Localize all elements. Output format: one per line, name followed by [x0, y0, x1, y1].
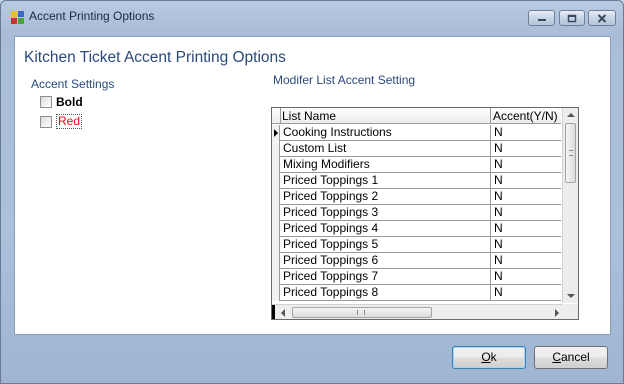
- bold-checkbox-row[interactable]: Bold: [40, 95, 83, 109]
- bold-label[interactable]: Bold: [56, 95, 83, 109]
- row-selector[interactable]: [272, 173, 280, 189]
- close-icon: [597, 13, 607, 23]
- cell-accent[interactable]: N: [492, 205, 561, 221]
- red-label[interactable]: Red: [56, 114, 83, 129]
- modifier-list-grid[interactable]: List Name Accent(Y/N) Cooking Instructio…: [271, 107, 579, 320]
- red-checkbox-row[interactable]: Red: [40, 114, 83, 129]
- table-row[interactable]: Priced Toppings 3N: [272, 205, 561, 221]
- cell-accent[interactable]: N: [492, 157, 561, 173]
- table-row[interactable]: Priced Toppings 8N: [272, 285, 561, 301]
- table-row[interactable]: Priced Toppings 6N: [272, 253, 561, 269]
- ok-button[interactable]: Ok: [452, 346, 526, 369]
- close-button[interactable]: [588, 10, 616, 26]
- row-selector[interactable]: [272, 285, 280, 301]
- cell-list-name[interactable]: Priced Toppings 3: [280, 205, 491, 221]
- cell-list-name[interactable]: Priced Toppings 8: [280, 285, 491, 301]
- cell-accent[interactable]: N: [492, 237, 561, 253]
- app-logo-icon: [10, 10, 25, 25]
- scroll-down-icon[interactable]: [567, 294, 575, 298]
- cell-accent[interactable]: N: [492, 173, 561, 189]
- accent-settings-label: Accent Settings: [31, 77, 115, 91]
- cell-accent[interactable]: N: [492, 221, 561, 237]
- dialog-heading: Kitchen Ticket Accent Printing Options: [24, 49, 286, 66]
- red-checkbox[interactable]: [40, 115, 52, 128]
- table-row[interactable]: Mixing Modifiers N: [272, 157, 561, 173]
- table-row[interactable]: Custom List N: [272, 141, 561, 157]
- horizontal-scrollbar[interactable]: [272, 304, 578, 319]
- cell-list-name[interactable]: Priced Toppings 4: [280, 221, 491, 237]
- vertical-scrollbar[interactable]: [562, 108, 578, 303]
- cell-accent[interactable]: N: [492, 285, 561, 301]
- grip-icon: [569, 150, 573, 156]
- table-row[interactable]: Cooking Instructions N: [272, 125, 561, 141]
- scroll-up-icon[interactable]: [567, 113, 575, 117]
- modifier-list-label: Modifer List Accent Setting: [273, 73, 416, 87]
- cell-list-name[interactable]: Priced Toppings 1: [280, 173, 491, 189]
- row-selector[interactable]: [272, 205, 280, 221]
- cancel-button-label: ancel: [560, 350, 590, 364]
- grip-icon: [357, 310, 365, 315]
- cell-accent[interactable]: N: [492, 253, 561, 269]
- row-selector[interactable]: [272, 237, 280, 253]
- maximize-icon: [567, 14, 577, 23]
- table-row[interactable]: Priced Toppings 2N: [272, 189, 561, 205]
- cell-list-name[interactable]: Priced Toppings 2: [280, 189, 491, 205]
- row-selector[interactable]: [272, 189, 280, 205]
- current-row-icon: [274, 129, 278, 137]
- vertical-scroll-thumb[interactable]: [565, 123, 576, 183]
- grid-body: List Name Accent(Y/N) Cooking Instructio…: [272, 108, 561, 303]
- cell-accent[interactable]: N: [492, 269, 561, 285]
- minimize-button[interactable]: [528, 10, 555, 26]
- cell-list-name[interactable]: Mixing Modifiers: [280, 157, 491, 173]
- cancel-button-mnemonic: C: [552, 350, 561, 364]
- table-row[interactable]: Priced Toppings 1N: [272, 173, 561, 189]
- cell-accent[interactable]: N: [492, 125, 561, 141]
- scrollbar-corner: [562, 304, 578, 319]
- cell-accent[interactable]: N: [492, 141, 561, 157]
- row-selector[interactable]: [272, 221, 280, 237]
- ok-button-label: k: [490, 350, 497, 364]
- cell-accent[interactable]: N: [492, 189, 561, 205]
- cell-list-name[interactable]: Priced Toppings 5: [280, 237, 491, 253]
- cell-list-name[interactable]: Priced Toppings 6: [280, 253, 491, 269]
- table-row[interactable]: Priced Toppings 5N: [272, 237, 561, 253]
- title-bar[interactable]: Accent Printing Options: [1, 1, 623, 31]
- scroll-right-icon[interactable]: [555, 309, 559, 317]
- grid-header: List Name Accent(Y/N): [272, 108, 561, 124]
- bold-checkbox[interactable]: [40, 96, 52, 108]
- row-selector[interactable]: [272, 125, 280, 141]
- scroll-left-icon[interactable]: [281, 309, 285, 317]
- dialog-window: Accent Printing Options Kitchen Ticket A…: [0, 0, 624, 384]
- table-row[interactable]: Priced Toppings 4N: [272, 221, 561, 237]
- minimize-icon: [537, 14, 547, 22]
- row-selector[interactable]: [272, 141, 280, 157]
- scrollbar-edge: [272, 305, 275, 319]
- column-header-accent[interactable]: Accent(Y/N): [493, 109, 558, 123]
- column-header-list-name[interactable]: List Name: [282, 109, 336, 123]
- row-selector[interactable]: [272, 157, 280, 173]
- window-title: Accent Printing Options: [29, 9, 155, 23]
- maximize-button[interactable]: [559, 10, 585, 26]
- cancel-button[interactable]: Cancel: [534, 346, 608, 369]
- table-row[interactable]: Priced Toppings 7N: [272, 269, 561, 285]
- horizontal-scroll-thumb[interactable]: [292, 307, 432, 318]
- cell-list-name[interactable]: Cooking Instructions: [280, 125, 491, 141]
- ok-button-mnemonic: O: [481, 350, 491, 364]
- dialog-content: Kitchen Ticket Accent Printing Options A…: [14, 36, 611, 335]
- row-selector[interactable]: [272, 253, 280, 269]
- row-selector[interactable]: [272, 269, 280, 285]
- cell-list-name[interactable]: Custom List: [280, 141, 491, 157]
- cell-list-name[interactable]: Priced Toppings 7: [280, 269, 491, 285]
